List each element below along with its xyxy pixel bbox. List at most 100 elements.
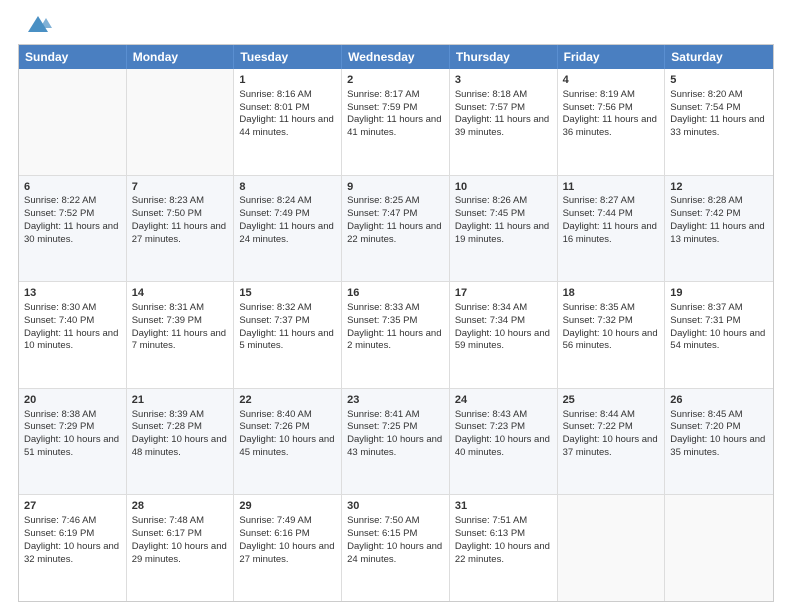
header-day-friday: Friday	[558, 45, 666, 69]
calendar-cell: 26Sunrise: 8:45 AM Sunset: 7:20 PM Dayli…	[665, 389, 773, 495]
day-number: 18	[563, 286, 660, 301]
day-number: 29	[239, 499, 336, 514]
calendar-cell	[558, 495, 666, 601]
calendar-cell: 14Sunrise: 8:31 AM Sunset: 7:39 PM Dayli…	[127, 282, 235, 388]
day-info: Sunrise: 8:45 AM Sunset: 7:20 PM Dayligh…	[670, 409, 765, 458]
header-day-wednesday: Wednesday	[342, 45, 450, 69]
header-day-monday: Monday	[127, 45, 235, 69]
day-info: Sunrise: 8:22 AM Sunset: 7:52 PM Dayligh…	[24, 195, 118, 244]
day-number: 14	[132, 286, 229, 301]
page: SundayMondayTuesdayWednesdayThursdayFrid…	[0, 0, 792, 612]
day-info: Sunrise: 8:41 AM Sunset: 7:25 PM Dayligh…	[347, 409, 442, 458]
calendar-header: SundayMondayTuesdayWednesdayThursdayFrid…	[19, 45, 773, 69]
day-number: 23	[347, 393, 444, 408]
day-info: Sunrise: 8:34 AM Sunset: 7:34 PM Dayligh…	[455, 302, 550, 351]
day-info: Sunrise: 7:46 AM Sunset: 6:19 PM Dayligh…	[24, 515, 119, 564]
day-number: 27	[24, 499, 121, 514]
calendar-cell: 11Sunrise: 8:27 AM Sunset: 7:44 PM Dayli…	[558, 176, 666, 282]
day-info: Sunrise: 8:25 AM Sunset: 7:47 PM Dayligh…	[347, 195, 441, 244]
day-number: 6	[24, 180, 121, 195]
header-day-sunday: Sunday	[19, 45, 127, 69]
day-info: Sunrise: 8:26 AM Sunset: 7:45 PM Dayligh…	[455, 195, 549, 244]
day-info: Sunrise: 8:20 AM Sunset: 7:54 PM Dayligh…	[670, 89, 764, 138]
day-info: Sunrise: 8:43 AM Sunset: 7:23 PM Dayligh…	[455, 409, 550, 458]
day-info: Sunrise: 8:32 AM Sunset: 7:37 PM Dayligh…	[239, 302, 333, 351]
calendar-week-2: 6Sunrise: 8:22 AM Sunset: 7:52 PM Daylig…	[19, 175, 773, 282]
day-number: 21	[132, 393, 229, 408]
calendar-cell: 31Sunrise: 7:51 AM Sunset: 6:13 PM Dayli…	[450, 495, 558, 601]
calendar-cell: 15Sunrise: 8:32 AM Sunset: 7:37 PM Dayli…	[234, 282, 342, 388]
day-info: Sunrise: 7:50 AM Sunset: 6:15 PM Dayligh…	[347, 515, 442, 564]
day-number: 24	[455, 393, 552, 408]
day-info: Sunrise: 8:18 AM Sunset: 7:57 PM Dayligh…	[455, 89, 549, 138]
calendar-cell: 18Sunrise: 8:35 AM Sunset: 7:32 PM Dayli…	[558, 282, 666, 388]
calendar-cell: 9Sunrise: 8:25 AM Sunset: 7:47 PM Daylig…	[342, 176, 450, 282]
day-info: Sunrise: 8:30 AM Sunset: 7:40 PM Dayligh…	[24, 302, 118, 351]
day-number: 25	[563, 393, 660, 408]
header	[18, 16, 774, 40]
calendar-cell: 13Sunrise: 8:30 AM Sunset: 7:40 PM Dayli…	[19, 282, 127, 388]
calendar-cell: 19Sunrise: 8:37 AM Sunset: 7:31 PM Dayli…	[665, 282, 773, 388]
day-number: 28	[132, 499, 229, 514]
day-number: 9	[347, 180, 444, 195]
day-number: 8	[239, 180, 336, 195]
header-day-saturday: Saturday	[665, 45, 773, 69]
day-info: Sunrise: 8:23 AM Sunset: 7:50 PM Dayligh…	[132, 195, 226, 244]
day-number: 10	[455, 180, 552, 195]
calendar-cell: 17Sunrise: 8:34 AM Sunset: 7:34 PM Dayli…	[450, 282, 558, 388]
day-number: 3	[455, 73, 552, 88]
day-number: 22	[239, 393, 336, 408]
day-info: Sunrise: 8:28 AM Sunset: 7:42 PM Dayligh…	[670, 195, 764, 244]
calendar-cell: 7Sunrise: 8:23 AM Sunset: 7:50 PM Daylig…	[127, 176, 235, 282]
calendar-cell: 29Sunrise: 7:49 AM Sunset: 6:16 PM Dayli…	[234, 495, 342, 601]
day-number: 16	[347, 286, 444, 301]
day-info: Sunrise: 8:37 AM Sunset: 7:31 PM Dayligh…	[670, 302, 765, 351]
day-number: 11	[563, 180, 660, 195]
calendar-cell: 27Sunrise: 7:46 AM Sunset: 6:19 PM Dayli…	[19, 495, 127, 601]
day-number: 7	[132, 180, 229, 195]
day-info: Sunrise: 8:38 AM Sunset: 7:29 PM Dayligh…	[24, 409, 119, 458]
day-info: Sunrise: 7:48 AM Sunset: 6:17 PM Dayligh…	[132, 515, 227, 564]
logo	[18, 16, 54, 40]
header-day-tuesday: Tuesday	[234, 45, 342, 69]
day-info: Sunrise: 7:49 AM Sunset: 6:16 PM Dayligh…	[239, 515, 334, 564]
day-info: Sunrise: 8:35 AM Sunset: 7:32 PM Dayligh…	[563, 302, 658, 351]
day-info: Sunrise: 8:33 AM Sunset: 7:35 PM Dayligh…	[347, 302, 441, 351]
calendar-cell	[19, 69, 127, 175]
day-info: Sunrise: 8:16 AM Sunset: 8:01 PM Dayligh…	[239, 89, 333, 138]
day-info: Sunrise: 8:17 AM Sunset: 7:59 PM Dayligh…	[347, 89, 441, 138]
calendar-week-5: 27Sunrise: 7:46 AM Sunset: 6:19 PM Dayli…	[19, 494, 773, 601]
calendar-cell	[665, 495, 773, 601]
calendar-cell: 4Sunrise: 8:19 AM Sunset: 7:56 PM Daylig…	[558, 69, 666, 175]
calendar-body: 1Sunrise: 8:16 AM Sunset: 8:01 PM Daylig…	[19, 69, 773, 601]
calendar-cell: 16Sunrise: 8:33 AM Sunset: 7:35 PM Dayli…	[342, 282, 450, 388]
header-day-thursday: Thursday	[450, 45, 558, 69]
calendar-cell: 6Sunrise: 8:22 AM Sunset: 7:52 PM Daylig…	[19, 176, 127, 282]
calendar-cell: 1Sunrise: 8:16 AM Sunset: 8:01 PM Daylig…	[234, 69, 342, 175]
calendar: SundayMondayTuesdayWednesdayThursdayFrid…	[18, 44, 774, 602]
calendar-week-3: 13Sunrise: 8:30 AM Sunset: 7:40 PM Dayli…	[19, 281, 773, 388]
day-info: Sunrise: 8:27 AM Sunset: 7:44 PM Dayligh…	[563, 195, 657, 244]
calendar-week-1: 1Sunrise: 8:16 AM Sunset: 8:01 PM Daylig…	[19, 69, 773, 175]
day-info: Sunrise: 8:39 AM Sunset: 7:28 PM Dayligh…	[132, 409, 227, 458]
logo-icon	[22, 8, 54, 40]
calendar-cell: 21Sunrise: 8:39 AM Sunset: 7:28 PM Dayli…	[127, 389, 235, 495]
day-info: Sunrise: 8:40 AM Sunset: 7:26 PM Dayligh…	[239, 409, 334, 458]
day-number: 15	[239, 286, 336, 301]
calendar-cell: 3Sunrise: 8:18 AM Sunset: 7:57 PM Daylig…	[450, 69, 558, 175]
day-number: 20	[24, 393, 121, 408]
calendar-cell	[127, 69, 235, 175]
calendar-cell: 25Sunrise: 8:44 AM Sunset: 7:22 PM Dayli…	[558, 389, 666, 495]
day-number: 2	[347, 73, 444, 88]
day-info: Sunrise: 7:51 AM Sunset: 6:13 PM Dayligh…	[455, 515, 550, 564]
calendar-cell: 23Sunrise: 8:41 AM Sunset: 7:25 PM Dayli…	[342, 389, 450, 495]
calendar-cell: 24Sunrise: 8:43 AM Sunset: 7:23 PM Dayli…	[450, 389, 558, 495]
day-number: 17	[455, 286, 552, 301]
day-number: 13	[24, 286, 121, 301]
calendar-week-4: 20Sunrise: 8:38 AM Sunset: 7:29 PM Dayli…	[19, 388, 773, 495]
day-number: 1	[239, 73, 336, 88]
day-number: 12	[670, 180, 768, 195]
calendar-cell: 20Sunrise: 8:38 AM Sunset: 7:29 PM Dayli…	[19, 389, 127, 495]
calendar-cell: 22Sunrise: 8:40 AM Sunset: 7:26 PM Dayli…	[234, 389, 342, 495]
day-number: 19	[670, 286, 768, 301]
